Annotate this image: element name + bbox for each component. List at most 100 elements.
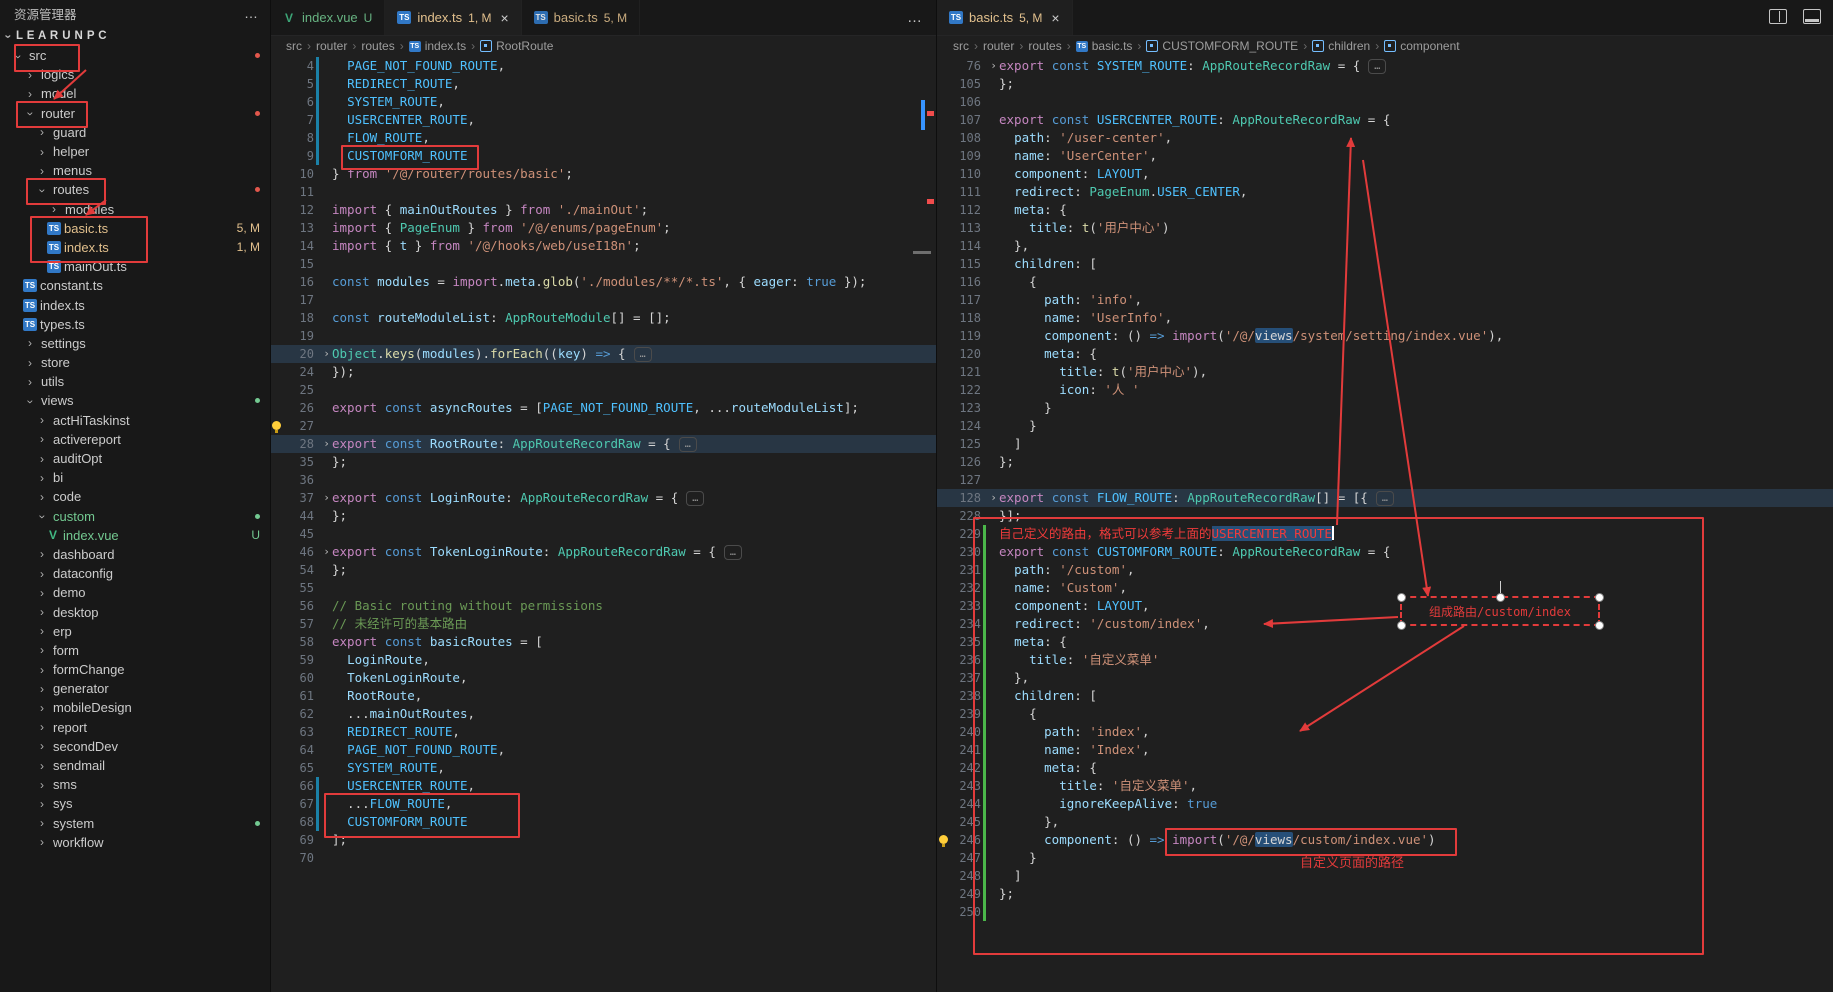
fold-chevron-icon[interactable]: › [321,345,332,363]
code-line-128[interactable]: 128›export const FLOW_ROUTE: AppRouteRec… [937,489,1833,507]
tree-item-index.ts[interactable]: TSindex.ts [0,295,270,314]
tree-item-index.vue[interactable]: Vindex.vueU [0,526,270,545]
code-line-67[interactable]: 67 ...FLOW_ROUTE, [270,795,936,813]
tree-item-report[interactable]: ›report [0,718,270,737]
code-line-233[interactable]: 233 component: LAYOUT, [937,597,1833,615]
close-icon[interactable]: × [500,11,508,25]
breadcrumb-item-router[interactable]: router [316,39,347,53]
code-line-115[interactable]: 115 children: [ [937,255,1833,273]
code-line-112[interactable]: 112 meta: { [937,201,1833,219]
tree-item-views[interactable]: ›views [0,391,270,410]
code-line-45[interactable]: 45 [270,525,936,543]
breadcrumb-item-component[interactable]: component [1384,39,1459,53]
code-line-110[interactable]: 110 component: LAYOUT, [937,165,1833,183]
tree-item-custom[interactable]: ›custom [0,507,270,526]
code-line-236[interactable]: 236 title: '自定义菜单' [937,651,1833,669]
tree-item-router[interactable]: ›router [0,104,270,123]
code-line-249[interactable]: 249}; [937,885,1833,903]
folded-region-indicator[interactable]: … [634,347,652,362]
code-line-232[interactable]: 232 name: 'Custom', [937,579,1833,597]
code-line-8[interactable]: 8 FLOW_ROUTE, [270,129,936,147]
code-line-230[interactable]: 230export const CUSTOMFORM_ROUTE: AppRou… [937,543,1833,561]
breadcrumb-item-routes[interactable]: routes [1028,39,1061,53]
code-line-243[interactable]: 243 title: '自定义菜单', [937,777,1833,795]
code-line-126[interactable]: 126}; [937,453,1833,471]
code-line-13[interactable]: 13import { PageEnum } from '/@/enums/pag… [270,219,936,237]
code-line-107[interactable]: 107export const USERCENTER_ROUTE: AppRou… [937,111,1833,129]
code-line-245[interactable]: 245 }, [937,813,1833,831]
code-line-64[interactable]: 64 PAGE_NOT_FOUND_ROUTE, [270,741,936,759]
tree-item-logics[interactable]: ›logics [0,65,270,84]
tab-index.ts[interactable]: TSindex.ts1, M× [385,0,521,35]
code-line-108[interactable]: 108 path: '/user-center', [937,129,1833,147]
breadcrumb-item-CUSTOMFORM_ROUTE[interactable]: CUSTOMFORM_ROUTE [1146,39,1298,53]
code-line-44[interactable]: 44}; [270,507,936,525]
tree-item-helper[interactable]: ›helper [0,142,270,161]
fold-chevron-icon[interactable]: › [988,57,999,75]
code-line-248[interactable]: 248 ] [937,867,1833,885]
fold-chevron-icon[interactable]: › [321,489,332,507]
code-line-19[interactable]: 19 [270,327,936,345]
tree-item-mobileDesign[interactable]: ›mobileDesign [0,698,270,717]
tree-item-store[interactable]: ›store [0,353,270,372]
tab-more-actions-icon[interactable]: … [893,9,936,26]
tree-item-routes[interactable]: ›routes [0,180,270,199]
code-line-66[interactable]: 66 USERCENTER_ROUTE, [270,777,936,795]
breadcrumb-item-src[interactable]: src [953,39,969,53]
code-line-237[interactable]: 237 }, [937,669,1833,687]
code-line-234[interactable]: 234 redirect: '/custom/index', [937,615,1833,633]
code-line-241[interactable]: 241 name: 'Index', [937,741,1833,759]
folded-region-indicator[interactable]: … [724,545,742,560]
code-line-116[interactable]: 116 { [937,273,1833,291]
code-line-76[interactable]: 76›export const SYSTEM_ROUTE: AppRouteRe… [937,57,1833,75]
code-line-10[interactable]: 10} from '/@/router/routes/basic'; [270,165,936,183]
tree-item-desktop[interactable]: ›desktop [0,602,270,621]
tree-item-secondDev[interactable]: ›secondDev [0,737,270,756]
code-line-117[interactable]: 117 path: 'info', [937,291,1833,309]
split-editor-icon[interactable] [1769,9,1787,24]
breadcrumb-item-children[interactable]: children [1312,39,1370,53]
code-line-127[interactable]: 127 [937,471,1833,489]
lightbulb-icon[interactable] [939,835,948,844]
workspace-section-header[interactable]: › L E A R U N P C [0,26,270,46]
tree-item-sys[interactable]: ›sys [0,794,270,813]
tree-item-constant.ts[interactable]: TSconstant.ts [0,276,270,295]
code-line-228[interactable]: 228}]; [937,507,1833,525]
code-line-111[interactable]: 111 redirect: PageEnum.USER_CENTER, [937,183,1833,201]
breadcrumb-item-RootRoute[interactable]: RootRoute [480,39,553,53]
code-line-105[interactable]: 105}; [937,75,1833,93]
tree-item-erp[interactable]: ›erp [0,622,270,641]
lightbulb-icon[interactable] [272,421,281,430]
tree-item-workflow[interactable]: ›workflow [0,833,270,852]
tree-item-types.ts[interactable]: TStypes.ts [0,315,270,334]
code-line-16[interactable]: 16const modules = import.meta.glob('./mo… [270,273,936,291]
code-line-18[interactable]: 18const routeModuleList: AppRouteModule[… [270,309,936,327]
code-line-238[interactable]: 238 children: [ [937,687,1833,705]
code-line-56[interactable]: 56// Basic routing without permissions [270,597,936,615]
breadcrumb-item-basic.ts[interactable]: TSbasic.ts [1076,39,1133,53]
explorer-more-actions-icon[interactable]: … [244,5,258,21]
code-area-1[interactable]: 4 PAGE_NOT_FOUND_ROUTE,5 REDIRECT_ROUTE,… [270,57,936,992]
tree-item-dataconfig[interactable]: ›dataconfig [0,564,270,583]
tree-item-system[interactable]: ›system [0,814,270,833]
tree-item-src[interactable]: ›src [0,46,270,65]
code-line-65[interactable]: 65 SYSTEM_ROUTE, [270,759,936,777]
code-line-15[interactable]: 15 [270,255,936,273]
code-line-4[interactable]: 4 PAGE_NOT_FOUND_ROUTE, [270,57,936,75]
code-line-123[interactable]: 123 } [937,399,1833,417]
tree-item-activereport[interactable]: ›activereport [0,430,270,449]
tree-item-index.ts[interactable]: TSindex.ts1, M [0,238,270,257]
code-line-70[interactable]: 70 [270,849,936,867]
code-line-28[interactable]: 28›export const RootRoute: AppRouteRecor… [270,435,936,453]
code-line-244[interactable]: 244 ignoreKeepAlive: true [937,795,1833,813]
code-line-5[interactable]: 5 REDIRECT_ROUTE, [270,75,936,93]
code-line-9[interactable]: 9 CUSTOMFORM_ROUTE [270,147,936,165]
code-line-240[interactable]: 240 path: 'index', [937,723,1833,741]
code-line-124[interactable]: 124 } [937,417,1833,435]
fold-chevron-icon[interactable]: › [321,543,332,561]
code-line-57[interactable]: 57// 未经许可的基本路由 [270,615,936,633]
code-line-62[interactable]: 62 ...mainOutRoutes, [270,705,936,723]
code-line-6[interactable]: 6 SYSTEM_ROUTE, [270,93,936,111]
code-line-235[interactable]: 235 meta: { [937,633,1833,651]
code-line-247[interactable]: 247 } [937,849,1833,867]
